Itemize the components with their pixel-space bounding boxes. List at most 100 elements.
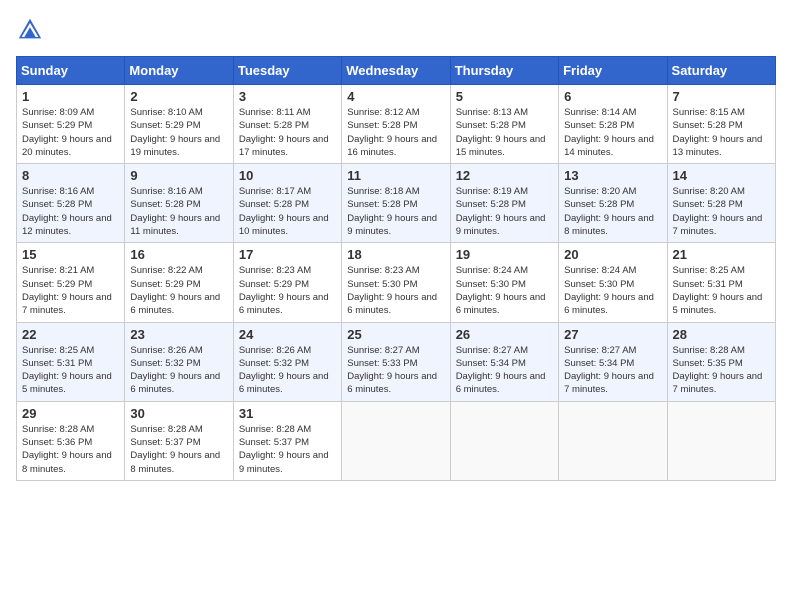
day-info-19: Sunrise: 8:24 AMSunset: 5:30 PMDaylight:… xyxy=(456,264,553,317)
day-info-17: Sunrise: 8:23 AMSunset: 5:29 PMDaylight:… xyxy=(239,264,336,317)
day-info-31: Sunrise: 8:28 AMSunset: 5:37 PMDaylight:… xyxy=(239,423,336,476)
day-info-15: Sunrise: 8:21 AMSunset: 5:29 PMDaylight:… xyxy=(22,264,119,317)
weekday-header-saturday: Saturday xyxy=(667,57,775,85)
day-info-12: Sunrise: 8:19 AMSunset: 5:28 PMDaylight:… xyxy=(456,185,553,238)
day-number-2: 2 xyxy=(130,89,227,104)
day-info-23: Sunrise: 8:26 AMSunset: 5:32 PMDaylight:… xyxy=(130,344,227,397)
day-info-7: Sunrise: 8:15 AMSunset: 5:28 PMDaylight:… xyxy=(673,106,770,159)
calendar-week-2: 8 Sunrise: 8:16 AMSunset: 5:28 PMDaylight… xyxy=(17,164,776,243)
day-number-4: 4 xyxy=(347,89,444,104)
empty-cell xyxy=(559,401,667,480)
weekday-header-monday: Monday xyxy=(125,57,233,85)
calendar-day-18: 18Sunrise: 8:23 AMSunset: 5:30 PMDayligh… xyxy=(342,243,450,322)
calendar-day-31: 31 Sunrise: 8:28 AMSunset: 5:37 PMDayligh… xyxy=(233,401,341,480)
day-info-11: Sunrise: 8:18 AMSunset: 5:28 PMDaylight:… xyxy=(347,185,444,238)
weekday-header-sunday: Sunday xyxy=(17,57,125,85)
day-number-18: 18 xyxy=(347,247,444,262)
day-info-6: Sunrise: 8:14 AMSunset: 5:28 PMDaylight:… xyxy=(564,106,661,159)
day-number-22: 22 xyxy=(22,327,119,342)
day-number-3: 3 xyxy=(239,89,336,104)
calendar-day-15: 15 Sunrise: 8:21 AMSunset: 5:29 PMDayligh… xyxy=(17,243,125,322)
day-info-29: Sunrise: 8:28 AMSunset: 5:36 PMDaylight:… xyxy=(22,423,119,476)
calendar-day-3: 3 Sunrise: 8:11 AMSunset: 5:28 PMDaylight… xyxy=(233,85,341,164)
calendar-day-27: 27 Sunrise: 8:27 AMSunset: 5:34 PMDayligh… xyxy=(559,322,667,401)
day-info-24: Sunrise: 8:26 AMSunset: 5:32 PMDaylight:… xyxy=(239,344,336,397)
calendar-day-11: 11Sunrise: 8:18 AMSunset: 5:28 PMDayligh… xyxy=(342,164,450,243)
day-number-9: 9 xyxy=(130,168,227,183)
calendar-day-10: 10 Sunrise: 8:17 AMSunset: 5:28 PMDayligh… xyxy=(233,164,341,243)
weekday-header-thursday: Thursday xyxy=(450,57,558,85)
calendar-day-8: 8 Sunrise: 8:16 AMSunset: 5:28 PMDaylight… xyxy=(17,164,125,243)
day-number-31: 31 xyxy=(239,406,336,421)
day-number-24: 24 xyxy=(239,327,336,342)
day-number-8: 8 xyxy=(22,168,119,183)
calendar-day-14: 14Sunrise: 8:20 AMSunset: 5:28 PMDayligh… xyxy=(667,164,775,243)
calendar-day-22: 22Sunrise: 8:25 AMSunset: 5:31 PMDayligh… xyxy=(17,322,125,401)
day-number-5: 5 xyxy=(456,89,553,104)
day-number-25: 25 xyxy=(347,327,444,342)
calendar-day-4: 4 Sunrise: 8:12 AMSunset: 5:28 PMDaylight… xyxy=(342,85,450,164)
calendar-day-12: 12 Sunrise: 8:19 AMSunset: 5:28 PMDayligh… xyxy=(450,164,558,243)
calendar-week-1: 1Sunrise: 8:09 AMSunset: 5:29 PMDaylight… xyxy=(17,85,776,164)
calendar-day-23: 23 Sunrise: 8:26 AMSunset: 5:32 PMDayligh… xyxy=(125,322,233,401)
day-info-16: Sunrise: 8:22 AMSunset: 5:29 PMDaylight:… xyxy=(130,264,227,317)
calendar-day-13: 13Sunrise: 8:20 AMSunset: 5:28 PMDayligh… xyxy=(559,164,667,243)
day-info-10: Sunrise: 8:17 AMSunset: 5:28 PMDaylight:… xyxy=(239,185,336,238)
day-info-4: Sunrise: 8:12 AMSunset: 5:28 PMDaylight:… xyxy=(347,106,444,159)
day-number-19: 19 xyxy=(456,247,553,262)
page-header xyxy=(16,16,776,44)
day-number-15: 15 xyxy=(22,247,119,262)
calendar-week-5: 29 Sunrise: 8:28 AMSunset: 5:36 PMDayligh… xyxy=(17,401,776,480)
weekday-header-friday: Friday xyxy=(559,57,667,85)
weekday-header-tuesday: Tuesday xyxy=(233,57,341,85)
calendar-day-9: 9 Sunrise: 8:16 AMSunset: 5:28 PMDaylight… xyxy=(125,164,233,243)
empty-cell xyxy=(450,401,558,480)
day-number-30: 30 xyxy=(130,406,227,421)
calendar-day-1: 1Sunrise: 8:09 AMSunset: 5:29 PMDaylight… xyxy=(17,85,125,164)
day-info-8: Sunrise: 8:16 AMSunset: 5:28 PMDaylight:… xyxy=(22,185,119,238)
calendar-day-20: 20 Sunrise: 8:24 AMSunset: 5:30 PMDayligh… xyxy=(559,243,667,322)
day-info-25: Sunrise: 8:27 AMSunset: 5:33 PMDaylight:… xyxy=(347,344,444,397)
calendar-day-26: 26 Sunrise: 8:27 AMSunset: 5:34 PMDayligh… xyxy=(450,322,558,401)
calendar-day-7: 7 Sunrise: 8:15 AMSunset: 5:28 PMDaylight… xyxy=(667,85,775,164)
calendar-day-17: 17 Sunrise: 8:23 AMSunset: 5:29 PMDayligh… xyxy=(233,243,341,322)
calendar-table: SundayMondayTuesdayWednesdayThursdayFrid… xyxy=(16,56,776,481)
day-number-29: 29 xyxy=(22,406,119,421)
calendar-week-3: 15 Sunrise: 8:21 AMSunset: 5:29 PMDayligh… xyxy=(17,243,776,322)
calendar-day-24: 24 Sunrise: 8:26 AMSunset: 5:32 PMDayligh… xyxy=(233,322,341,401)
day-number-27: 27 xyxy=(564,327,661,342)
day-number-20: 20 xyxy=(564,247,661,262)
day-number-12: 12 xyxy=(456,168,553,183)
logo xyxy=(16,16,48,44)
calendar-week-4: 22Sunrise: 8:25 AMSunset: 5:31 PMDayligh… xyxy=(17,322,776,401)
day-info-30: Sunrise: 8:28 AMSunset: 5:37 PMDaylight:… xyxy=(130,423,227,476)
calendar-day-16: 16 Sunrise: 8:22 AMSunset: 5:29 PMDayligh… xyxy=(125,243,233,322)
calendar-day-28: 28Sunrise: 8:28 AMSunset: 5:35 PMDayligh… xyxy=(667,322,775,401)
day-number-6: 6 xyxy=(564,89,661,104)
calendar-day-5: 5Sunrise: 8:13 AMSunset: 5:28 PMDaylight… xyxy=(450,85,558,164)
day-number-23: 23 xyxy=(130,327,227,342)
day-info-20: Sunrise: 8:24 AMSunset: 5:30 PMDaylight:… xyxy=(564,264,661,317)
day-info-27: Sunrise: 8:27 AMSunset: 5:34 PMDaylight:… xyxy=(564,344,661,397)
calendar-day-2: 2 Sunrise: 8:10 AMSunset: 5:29 PMDaylight… xyxy=(125,85,233,164)
day-info-26: Sunrise: 8:27 AMSunset: 5:34 PMDaylight:… xyxy=(456,344,553,397)
day-info-2: Sunrise: 8:10 AMSunset: 5:29 PMDaylight:… xyxy=(130,106,227,159)
empty-cell xyxy=(667,401,775,480)
calendar-day-19: 19 Sunrise: 8:24 AMSunset: 5:30 PMDayligh… xyxy=(450,243,558,322)
day-number-17: 17 xyxy=(239,247,336,262)
calendar-day-29: 29 Sunrise: 8:28 AMSunset: 5:36 PMDayligh… xyxy=(17,401,125,480)
day-number-16: 16 xyxy=(130,247,227,262)
empty-cell xyxy=(342,401,450,480)
day-info-1: Sunrise: 8:09 AMSunset: 5:29 PMDaylight:… xyxy=(22,106,119,159)
day-number-7: 7 xyxy=(673,89,770,104)
day-info-13: Sunrise: 8:20 AMSunset: 5:28 PMDaylight:… xyxy=(564,185,661,238)
calendar-day-25: 25 Sunrise: 8:27 AMSunset: 5:33 PMDayligh… xyxy=(342,322,450,401)
day-info-9: Sunrise: 8:16 AMSunset: 5:28 PMDaylight:… xyxy=(130,185,227,238)
day-number-10: 10 xyxy=(239,168,336,183)
day-number-14: 14 xyxy=(673,168,770,183)
weekday-header-wednesday: Wednesday xyxy=(342,57,450,85)
day-info-3: Sunrise: 8:11 AMSunset: 5:28 PMDaylight:… xyxy=(239,106,336,159)
day-number-26: 26 xyxy=(456,327,553,342)
calendar-day-21: 21Sunrise: 8:25 AMSunset: 5:31 PMDayligh… xyxy=(667,243,775,322)
day-info-21: Sunrise: 8:25 AMSunset: 5:31 PMDaylight:… xyxy=(673,264,770,317)
